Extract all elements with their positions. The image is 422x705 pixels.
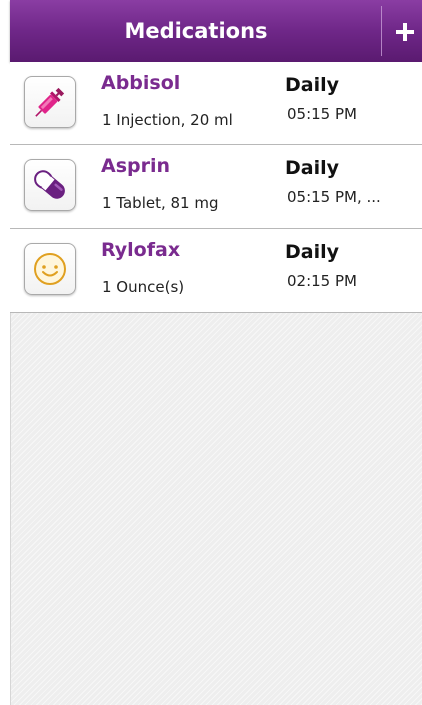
medication-name: Rylofax bbox=[101, 239, 181, 261]
capsule-icon bbox=[24, 159, 76, 211]
syringe-icon bbox=[24, 76, 76, 128]
add-medication-button[interactable] bbox=[382, 0, 422, 62]
medication-list: Abbisol 1 Injection, 20 ml Daily 05:15 P… bbox=[10, 62, 422, 313]
medication-name: Asprin bbox=[101, 155, 171, 177]
smiley-icon bbox=[24, 243, 76, 295]
medication-frequency: Daily bbox=[285, 74, 340, 96]
medication-time: 05:15 PM bbox=[287, 105, 357, 123]
medication-name: Abbisol bbox=[101, 72, 181, 94]
page-title: Medications bbox=[124, 19, 268, 43]
medication-dose: 1 Tablet, 81 mg bbox=[102, 194, 219, 212]
medication-dose: 1 Ounce(s) bbox=[102, 278, 185, 296]
medication-time: 02:15 PM bbox=[287, 272, 357, 290]
medication-row-abbisol[interactable]: Abbisol 1 Injection, 20 ml Daily 05:15 P… bbox=[10, 62, 422, 145]
app-header: Medications bbox=[10, 0, 422, 62]
medications-screen: Medications Abbisol 1 Injection, 20 ml D… bbox=[0, 0, 422, 705]
medication-time: 05:15 PM, ... bbox=[287, 188, 381, 206]
medication-row-rylofax[interactable]: Rylofax 1 Ounce(s) Daily 02:15 PM bbox=[10, 229, 422, 313]
medication-dose: 1 Injection, 20 ml bbox=[102, 111, 233, 129]
medication-row-asprin[interactable]: Asprin 1 Tablet, 81 mg Daily 05:15 PM, .… bbox=[10, 145, 422, 229]
medication-frequency: Daily bbox=[285, 241, 340, 263]
medication-frequency: Daily bbox=[285, 157, 340, 179]
